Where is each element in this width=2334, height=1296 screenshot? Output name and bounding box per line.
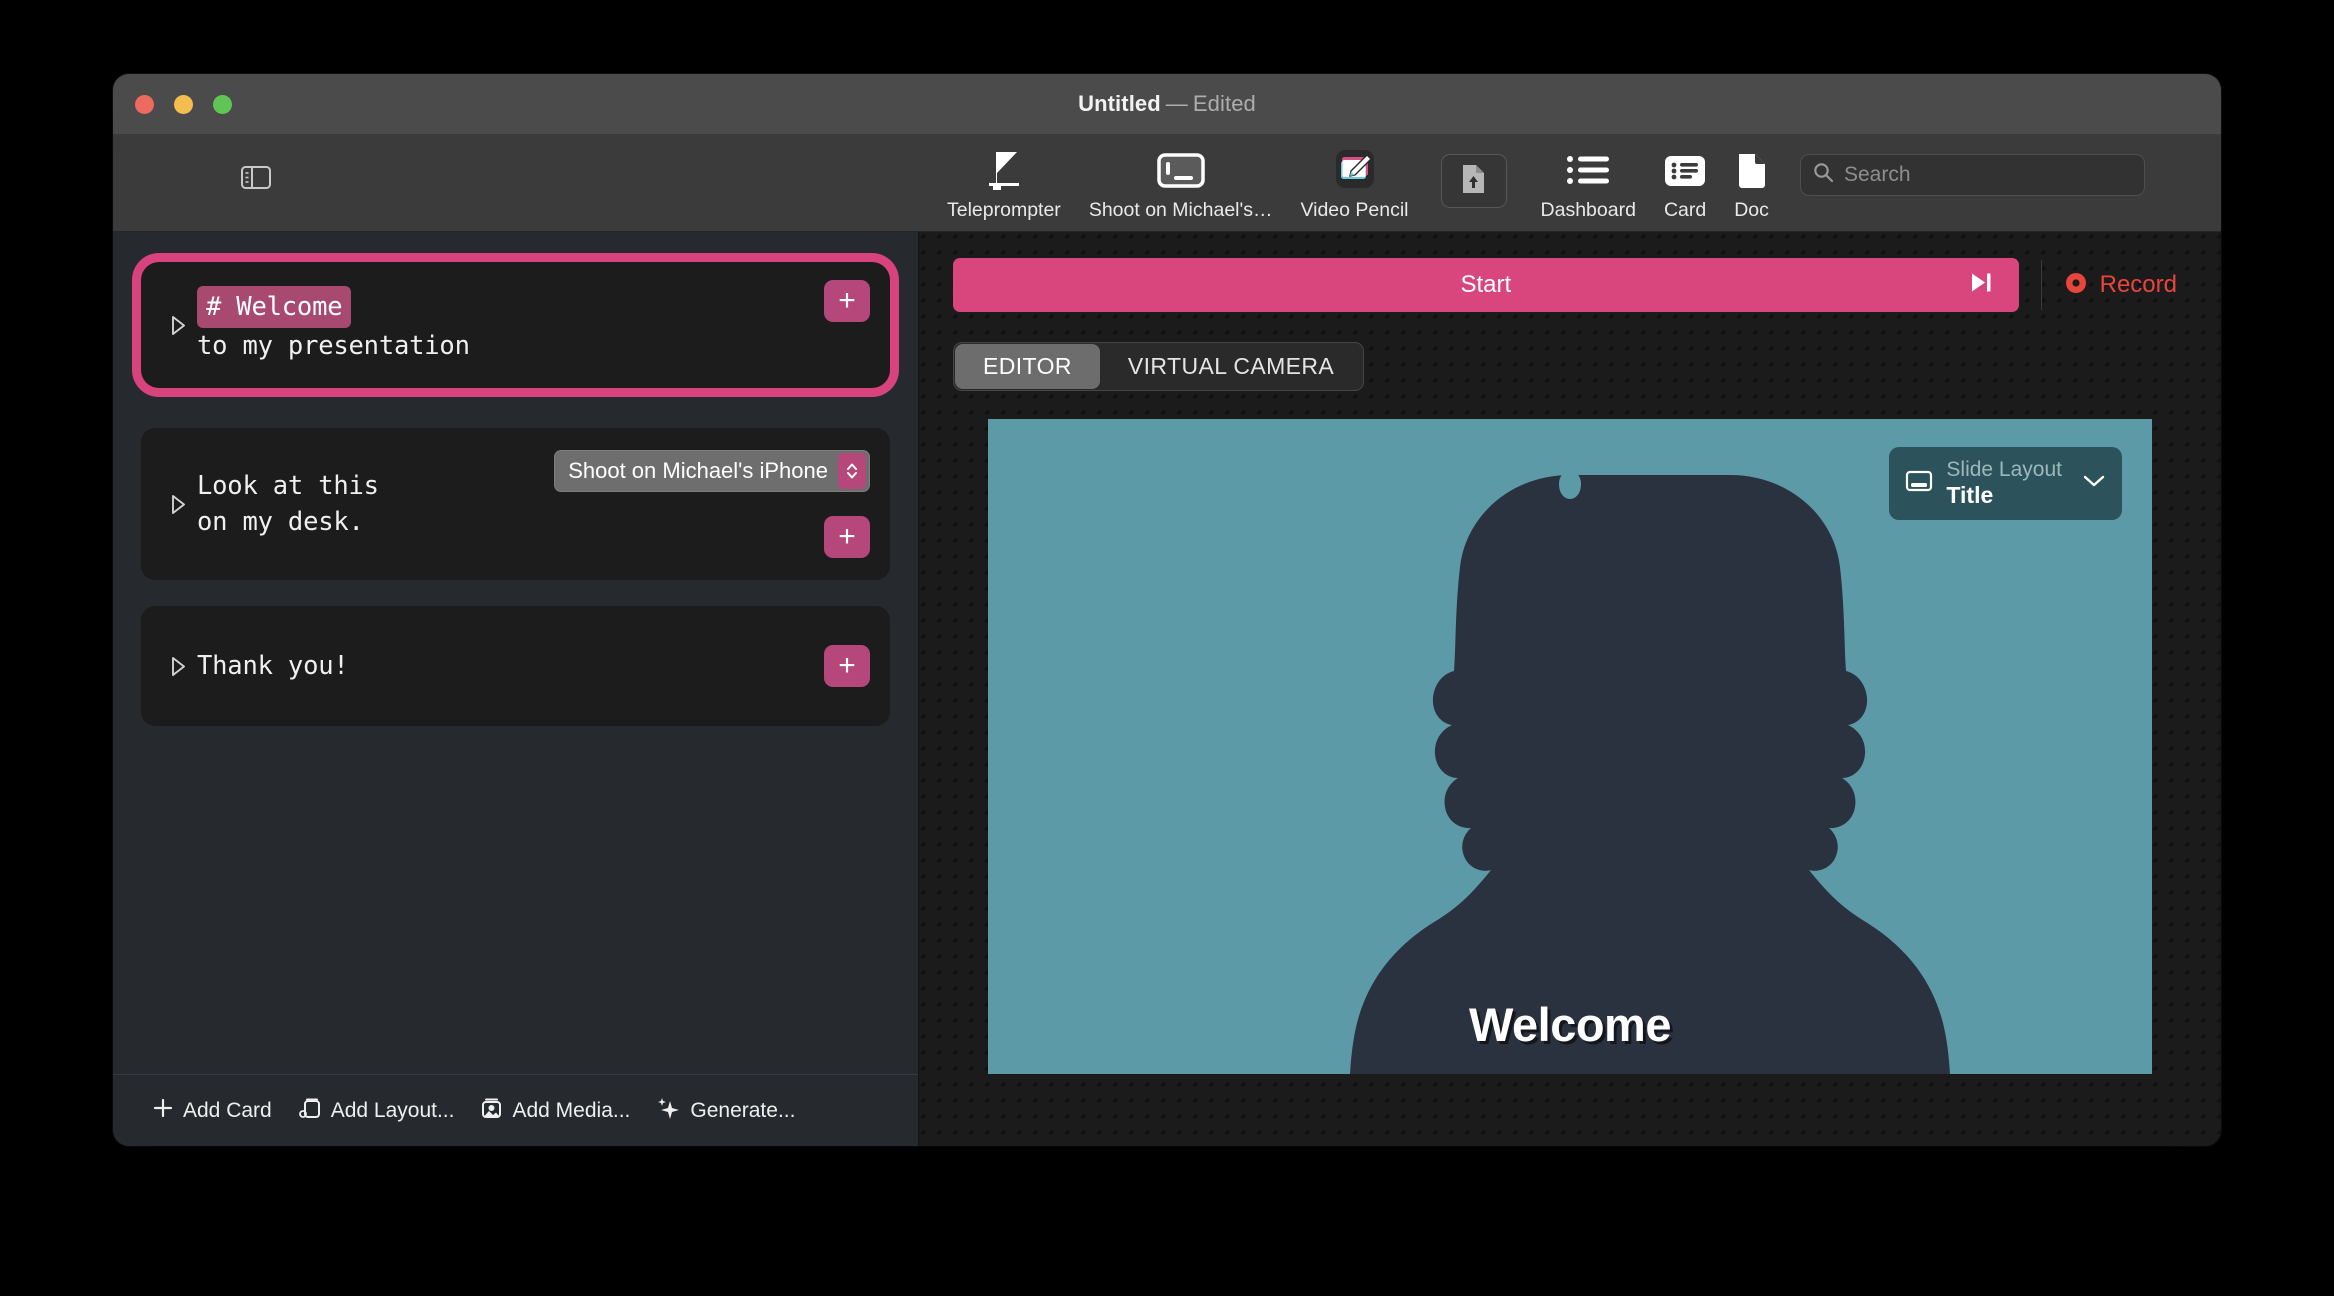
- slide-layout-icon: [1905, 469, 1933, 498]
- toolbar-button-shoot-on-michaels[interactable]: Shoot on Michael's…: [1075, 144, 1287, 226]
- sidebar-bottom-toolbar: Add Card Add Layout... Add Media... Gene…: [113, 1074, 918, 1146]
- slide-preview[interactable]: Welcome Slide Layout Title: [988, 419, 2152, 1074]
- start-button[interactable]: Start: [953, 258, 2019, 312]
- add-layout-button[interactable]: Add Layout...: [285, 1096, 468, 1125]
- chevron-updown-icon[interactable]: [838, 453, 866, 489]
- transport-divider: [2040, 260, 2042, 310]
- toolbar-label: Video Pencil: [1300, 199, 1409, 221]
- card-item-thank-you[interactable]: Thank you! +: [141, 606, 890, 726]
- toolbar-label: Doc: [1734, 199, 1769, 221]
- video-pencil-icon: [1331, 148, 1379, 194]
- document-upload-icon: [1461, 164, 1486, 199]
- title-separator: —: [1165, 91, 1188, 116]
- app-window: Untitled — Edited Teleprompter Shoot on …: [113, 74, 2221, 1146]
- content-area: # Welcome to my presentation + Look at t…: [113, 232, 2221, 1146]
- add-to-card-button[interactable]: +: [824, 516, 870, 558]
- search-icon: [1813, 162, 1834, 188]
- toolbar-label: Card: [1663, 199, 1707, 221]
- triangle-right-icon[interactable]: [163, 656, 193, 677]
- titlebar: Untitled — Edited: [113, 74, 2221, 134]
- skip-forward-icon[interactable]: [1969, 271, 1993, 300]
- layout-stack-icon: [298, 1096, 322, 1125]
- card-body: Thank you!: [197, 648, 349, 684]
- sidebar-toggle-icon[interactable]: [237, 162, 275, 192]
- bottom-item-label: Add Card: [183, 1098, 272, 1122]
- plus-icon: [152, 1097, 174, 1124]
- add-to-card-button[interactable]: +: [824, 280, 870, 322]
- preview-mode-tabs: EDITOR VIRTUAL CAMERA: [953, 342, 1365, 391]
- bottom-item-label: Add Layout...: [330, 1098, 455, 1122]
- document-name: Untitled: [1078, 91, 1161, 116]
- toolbar-button-dashboard[interactable]: Dashboard: [1527, 144, 1650, 226]
- bottom-item-label: Generate...: [690, 1098, 796, 1122]
- search-field[interactable]: Search: [1800, 154, 2145, 196]
- triangle-right-icon[interactable]: [163, 494, 193, 515]
- card-heading: # Welcome: [197, 285, 352, 328]
- generate-button[interactable]: Generate...: [643, 1096, 808, 1125]
- card-line-1: Look at this: [197, 470, 379, 501]
- teleprompter-icon: [981, 148, 1027, 194]
- card-body: # Welcome to my presentation: [197, 285, 470, 364]
- window-title: Untitled — Edited: [113, 91, 2221, 117]
- cards-list: # Welcome to my presentation + Look at t…: [113, 232, 918, 1074]
- slide-layout-dropdown[interactable]: Slide Layout Title: [1889, 447, 2122, 521]
- slide-layout-label: Slide Layout: [1946, 458, 2062, 481]
- toolbar-button-video-pencil[interactable]: Video Pencil: [1286, 144, 1422, 226]
- record-circle-icon: [2064, 271, 2088, 300]
- document-icon: [1736, 148, 1768, 194]
- list-bullets-icon: [1565, 148, 1611, 194]
- card-item-look-at-this[interactable]: Look at this on my desk. Shoot on Michae…: [141, 428, 890, 580]
- shoot-source-popup-button[interactable]: Shoot on Michael's iPhone: [554, 450, 870, 492]
- card-line-1: Thank you!: [197, 650, 349, 681]
- slide-title-text: Welcome: [1469, 998, 1672, 1051]
- toolbar-label: Shoot on Michael's…: [1088, 199, 1273, 221]
- search-placeholder: Search: [1844, 163, 1911, 186]
- media-image-icon: [480, 1096, 503, 1125]
- card-subtext: to my presentation: [197, 331, 470, 361]
- preview-pane: Start Record EDITOR VIRTUAL CAMERA Welco…: [919, 232, 2221, 1146]
- toolbar-button-teleprompter[interactable]: Teleprompter: [933, 144, 1075, 226]
- slide-preview-wrapper: Welcome Slide Layout Title: [953, 419, 2187, 1146]
- toolbar-button-doc[interactable]: Doc: [1720, 144, 1783, 226]
- toolbar-button-card[interactable]: Card: [1650, 144, 1720, 226]
- slide-layout-value: Title: [1946, 482, 1994, 509]
- document-state: Edited: [1192, 91, 1256, 116]
- card-item-welcome[interactable]: # Welcome to my presentation +: [141, 262, 890, 388]
- cards-sidebar: # Welcome to my presentation + Look at t…: [113, 232, 919, 1146]
- triangle-right-icon[interactable]: [163, 315, 193, 336]
- toolbar-items: Teleprompter Shoot on Michael's… Video P…: [933, 144, 1783, 226]
- card-line-2: on my desk.: [197, 507, 364, 537]
- add-card-button[interactable]: Add Card: [139, 1097, 285, 1124]
- card-body: Look at this on my desk.: [197, 468, 379, 540]
- card-list-icon: [1664, 148, 1706, 194]
- start-button-label: Start: [1460, 271, 1512, 298]
- add-to-card-button[interactable]: +: [824, 645, 870, 687]
- chevron-down-icon[interactable]: [2081, 473, 2107, 494]
- bottom-item-label: Add Media...: [512, 1098, 631, 1122]
- popup-value: Shoot on Michael's iPhone: [568, 458, 828, 483]
- toolbar-label: Teleprompter: [947, 199, 1061, 221]
- tab-virtual-camera[interactable]: VIRTUAL CAMERA: [1100, 344, 1362, 389]
- toolbar: Teleprompter Shoot on Michael's… Video P…: [113, 134, 2221, 232]
- record-button-label: Record: [2099, 271, 2177, 298]
- record-button[interactable]: Record: [2064, 271, 2187, 300]
- export-document-button[interactable]: [1440, 154, 1507, 208]
- tab-editor[interactable]: EDITOR: [955, 344, 1100, 389]
- add-media-button[interactable]: Add Media...: [467, 1096, 643, 1125]
- slide-layout-texts: Slide Layout Title: [1946, 458, 2062, 509]
- toolbar-label: Dashboard: [1540, 199, 1636, 221]
- transport-row: Start Record: [953, 258, 2187, 312]
- sparkles-icon: [656, 1096, 681, 1125]
- screen-share-icon: [1154, 148, 1208, 194]
